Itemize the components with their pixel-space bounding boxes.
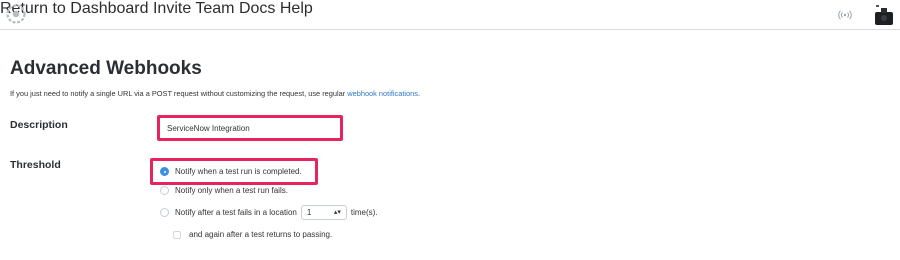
radio-completed[interactable]	[160, 167, 169, 176]
docs-link[interactable]: Docs	[239, 0, 275, 17]
threshold-label: Threshold	[10, 159, 61, 171]
again-passing-option[interactable]: and again after a test returns to passin…	[173, 230, 332, 239]
stepper-arrows-icon[interactable]: ▴▾	[334, 209, 341, 216]
avatar[interactable]	[872, 3, 896, 27]
again-passing-label: and again after a test returns to passin…	[189, 230, 333, 239]
webhook-notifications-link[interactable]: webhook notifications	[347, 89, 418, 98]
top-navigation-bar: Return to Dashboard Invite Team Docs Hel…	[0, 0, 900, 30]
option-suffix: time(s).	[350, 208, 378, 217]
option-label: Notify after a test fails in a location	[175, 208, 297, 217]
intro-prefix: If you just need to notify a single URL …	[10, 89, 348, 98]
description-label: Description	[10, 119, 68, 131]
intro-suffix: .	[417, 89, 421, 98]
broadcast-icon[interactable]	[838, 9, 852, 21]
threshold-option-completed[interactable]: Notify when a test run is completed.	[160, 167, 302, 176]
again-passing-checkbox[interactable]	[173, 230, 181, 239]
threshold-option-location[interactable]: Notify after a test fails in a location …	[160, 205, 378, 220]
option-label: Notify only when a test run fails.	[175, 186, 288, 195]
radio-location[interactable]	[160, 208, 169, 217]
logo-icon[interactable]	[5, 3, 27, 25]
description-input[interactable]	[161, 120, 339, 137]
option-label: Notify when a test run is completed.	[175, 167, 302, 176]
radio-fails[interactable]	[160, 186, 169, 195]
intro-text: If you just need to notify a single URL …	[10, 89, 420, 98]
location-count-value: 1	[306, 208, 312, 217]
location-count-stepper[interactable]: 1 ▴▾	[300, 205, 347, 220]
page-title: Advanced Webhooks	[10, 58, 202, 79]
help-link[interactable]: Help	[280, 0, 313, 17]
invite-team-link[interactable]: Invite Team	[153, 0, 235, 17]
threshold-option-fails[interactable]: Notify only when a test run fails.	[160, 186, 288, 195]
